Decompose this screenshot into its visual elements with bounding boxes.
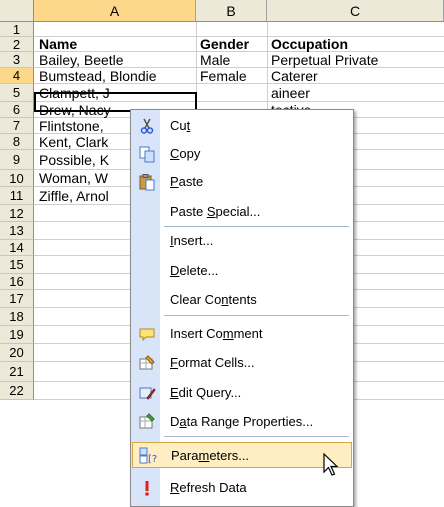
mouse-pointer-icon	[323, 453, 339, 476]
cell-a[interactable]: Name	[36, 37, 196, 52]
menu-item-paste-special[interactable]: Paste Special...	[132, 199, 352, 225]
row-header[interactable]: 19	[0, 326, 34, 344]
row-header[interactable]: 12	[0, 205, 34, 222]
cell-b[interactable]: Female	[197, 68, 267, 84]
row-header[interactable]: 3	[0, 52, 34, 68]
row-header[interactable]: 6	[0, 102, 34, 118]
cell-b[interactable]	[197, 84, 267, 102]
menu-item-delete[interactable]: Delete...	[132, 258, 352, 284]
row-header[interactable]: 22	[0, 382, 34, 400]
row-header[interactable]: 21	[0, 362, 34, 382]
menu-item-label: Cut	[170, 118, 191, 133]
menu-item-clear-contents[interactable]: Clear Contents	[132, 287, 352, 313]
row-header[interactable]: 20	[0, 344, 34, 362]
column-header-a[interactable]: A	[34, 0, 196, 22]
menu-separator	[164, 436, 349, 437]
row-header[interactable]: 14	[0, 240, 34, 256]
menu-item-label: Delete...	[170, 263, 219, 278]
data-range-properties-icon	[138, 413, 156, 431]
menu-item-insert[interactable]: Insert...	[132, 228, 352, 254]
edit-query-icon	[138, 384, 156, 402]
menu-separator	[164, 226, 349, 227]
row-header[interactable]: 5	[0, 84, 34, 102]
cell-a[interactable]: Bailey, Beetle	[36, 52, 196, 68]
row-header[interactable]: 16	[0, 274, 34, 290]
row-header[interactable]: 11	[0, 187, 34, 205]
menu-item-cut[interactable]: Cut	[132, 113, 352, 139]
menu-item-label: Copy	[170, 146, 201, 161]
row-header[interactable]: 7	[0, 118, 34, 134]
menu-item-label: Refresh Data	[170, 480, 247, 495]
row-header[interactable]: 2	[0, 37, 34, 52]
cell-c[interactable]: Perpetual Private	[268, 52, 444, 68]
format-cells-icon	[138, 354, 156, 372]
insert-comment-icon	[138, 325, 156, 343]
refresh-data-icon	[138, 479, 156, 497]
cell-b[interactable]	[197, 22, 267, 37]
paste-icon	[138, 173, 156, 191]
row-header[interactable]: 8	[0, 134, 34, 150]
row-header[interactable]: 10	[0, 170, 34, 187]
menu-item-label: Paste	[170, 174, 204, 189]
row-header[interactable]: 9	[0, 150, 34, 170]
menu-item-label: Edit Query...	[170, 385, 242, 400]
cell-a[interactable]	[36, 22, 196, 37]
menu-item-label: Data Range Properties...	[170, 414, 314, 429]
menu-item-parameters[interactable]: [?] Parameters...	[132, 442, 352, 468]
menu-item-copy[interactable]: Copy	[132, 141, 352, 167]
row-header[interactable]: 4	[0, 68, 34, 84]
cell-b[interactable]: Male	[197, 52, 267, 68]
copy-icon	[138, 145, 156, 163]
cell-c[interactable]: Occupation	[268, 37, 444, 52]
menu-item-label: Clear Contents	[170, 292, 257, 307]
row-header[interactable]: 13	[0, 222, 34, 240]
menu-item-refresh-data[interactable]: Refresh Data	[132, 475, 352, 501]
menu-item-label: Format Cells...	[170, 355, 255, 370]
row-header[interactable]: 18	[0, 308, 34, 326]
cell-c[interactable]: aineer	[268, 84, 444, 102]
menu-item-edit-query[interactable]: Edit Query...	[132, 380, 352, 406]
row-header[interactable]: 1	[0, 22, 34, 37]
menu-separator	[164, 315, 349, 316]
scissors-icon	[138, 117, 156, 135]
menu-item-label: Parameters...	[171, 448, 250, 463]
cell-a[interactable]: Bumstead, Blondie	[36, 68, 196, 84]
menu-item-label: Insert...	[170, 233, 214, 248]
cell-c[interactable]	[268, 22, 444, 37]
select-all-corner[interactable]	[0, 0, 34, 22]
column-header-c[interactable]: C	[267, 0, 444, 22]
menu-item-format-cells[interactable]: Format Cells...	[132, 350, 352, 376]
menu-item-insert-comment[interactable]: Insert Comment	[132, 321, 352, 347]
row-header[interactable]: 15	[0, 256, 34, 274]
svg-text:[?]: [?]	[148, 454, 157, 465]
parameters-icon: [?]	[139, 447, 161, 465]
cell-c[interactable]: Caterer	[268, 68, 444, 84]
menu-item-label: Paste Special...	[170, 204, 261, 219]
menu-item-paste[interactable]: Paste	[132, 169, 352, 195]
row-header[interactable]: 17	[0, 290, 34, 308]
column-header-b[interactable]: B	[196, 0, 267, 22]
context-menu: Cut Copy Paste Paste Special... Insert... Del…	[130, 109, 354, 507]
cell-b[interactable]: Gender	[197, 37, 267, 52]
menu-item-data-range-properties[interactable]: Data Range Properties...	[132, 409, 352, 435]
menu-item-label: Insert Comment	[170, 326, 263, 341]
